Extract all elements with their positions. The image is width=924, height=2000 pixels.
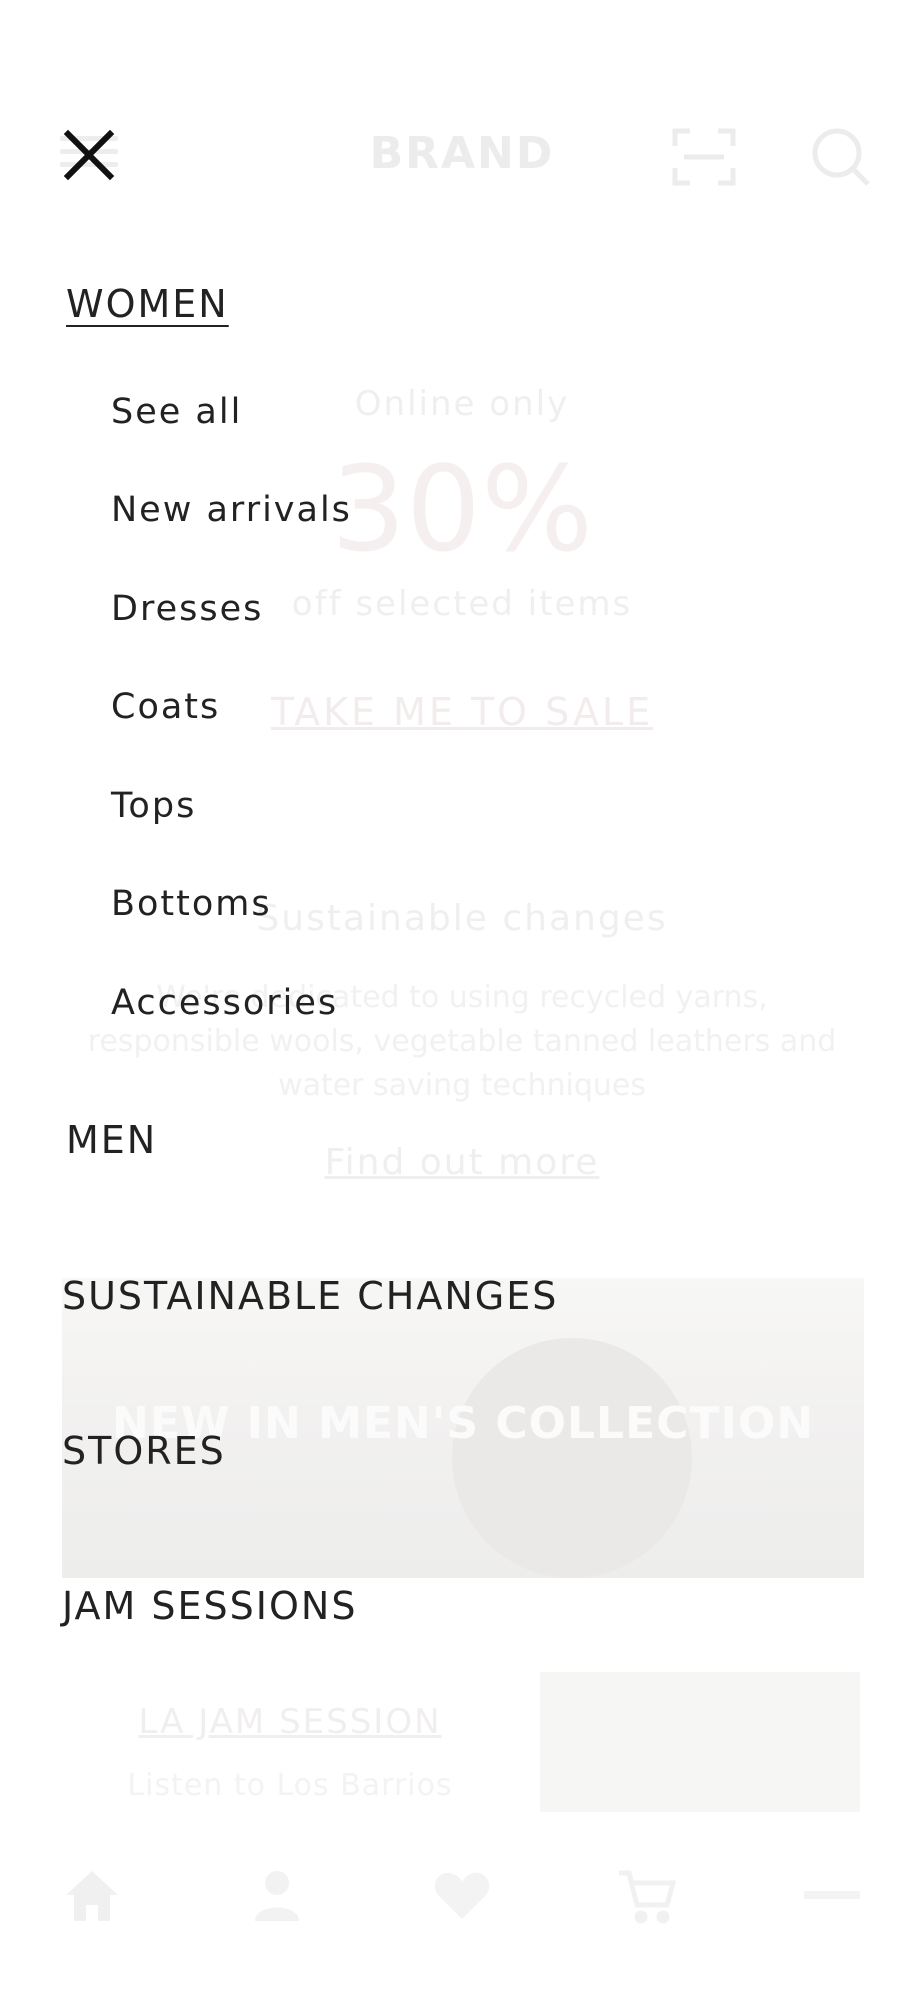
menu-item-new-arrivals[interactable]: New arrivals — [111, 490, 352, 530]
navigation-menu: WOMEN See all New arrivals Dresses Coats… — [0, 0, 924, 2000]
menu-section-men[interactable]: MEN — [66, 1118, 157, 1162]
menu-section-women[interactable]: WOMEN — [66, 282, 229, 326]
menu-section-sustainable-changes[interactable]: SUSTAINABLE CHANGES — [62, 1274, 558, 1318]
menu-item-dresses[interactable]: Dresses — [111, 589, 263, 629]
menu-item-accessories[interactable]: Accessories — [111, 983, 338, 1023]
menu-item-tops[interactable]: Tops — [111, 786, 196, 826]
close-icon[interactable] — [62, 128, 116, 182]
menu-item-bottoms[interactable]: Bottoms — [111, 884, 272, 924]
menu-item-coats[interactable]: Coats — [111, 687, 220, 727]
menu-item-see-all[interactable]: See all — [111, 392, 242, 432]
menu-section-jam-sessions[interactable]: JAM SESSIONS — [62, 1584, 357, 1628]
menu-section-stores[interactable]: STORES — [62, 1429, 226, 1473]
